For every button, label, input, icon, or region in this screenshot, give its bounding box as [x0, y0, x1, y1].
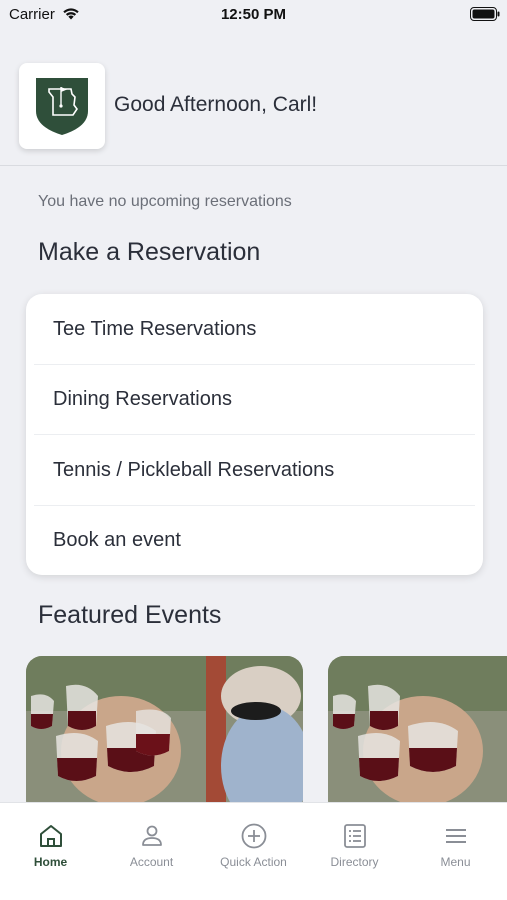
- book-event-item[interactable]: Book an event: [26, 506, 483, 576]
- header: Good Afternoon, Carl!: [0, 60, 507, 166]
- featured-events-carousel[interactable]: [26, 656, 507, 802]
- battery-icon: [470, 7, 500, 21]
- list-icon: [344, 824, 366, 848]
- no-reservations-message: You have no upcoming reservations: [38, 193, 292, 210]
- tab-menu[interactable]: Menu: [405, 803, 506, 873]
- tab-directory[interactable]: Directory: [304, 803, 405, 873]
- wine-glasses-photo: [328, 656, 507, 802]
- tennis-pickleball-reservations-item[interactable]: Tennis / Pickleball Reservations: [26, 435, 483, 506]
- user-icon: [142, 825, 162, 846]
- wine-glasses-photo: [26, 656, 303, 802]
- featured-event-card[interactable]: [328, 656, 507, 802]
- tab-directory-label: Directory: [330, 855, 379, 869]
- status-bar: Carrier 12:50 PM: [0, 0, 507, 30]
- clock: 12:50 PM: [220, 6, 287, 23]
- reservation-list: Tee Time Reservations Dining Reservation…: [26, 294, 483, 575]
- tab-quick-action[interactable]: Quick Action: [203, 803, 304, 873]
- tab-menu-label: Menu: [440, 855, 471, 869]
- dining-reservations-item[interactable]: Dining Reservations: [26, 365, 483, 436]
- featured-event-card[interactable]: [26, 656, 303, 802]
- make-reservation-title: Make a Reservation: [38, 238, 261, 266]
- tab-quick-action-label: Quick Action: [220, 855, 287, 869]
- home-icon: [40, 825, 62, 847]
- tab-home-label: Home: [33, 855, 68, 869]
- tab-account[interactable]: Account: [101, 803, 202, 873]
- greeting: Good Afternoon, Carl!: [114, 93, 318, 116]
- plus-circle-icon: [241, 823, 267, 849]
- club-crest-icon: [36, 78, 88, 135]
- featured-events-title: Featured Events: [38, 601, 222, 629]
- tab-home[interactable]: Home: [0, 803, 101, 873]
- tab-bar: Home Account Quick Action Directory Menu: [0, 802, 507, 900]
- hamburger-menu-icon: [446, 829, 466, 843]
- club-logo[interactable]: [19, 63, 105, 149]
- tab-account-label: Account: [129, 855, 174, 869]
- tee-time-reservations-item[interactable]: Tee Time Reservations: [26, 294, 483, 365]
